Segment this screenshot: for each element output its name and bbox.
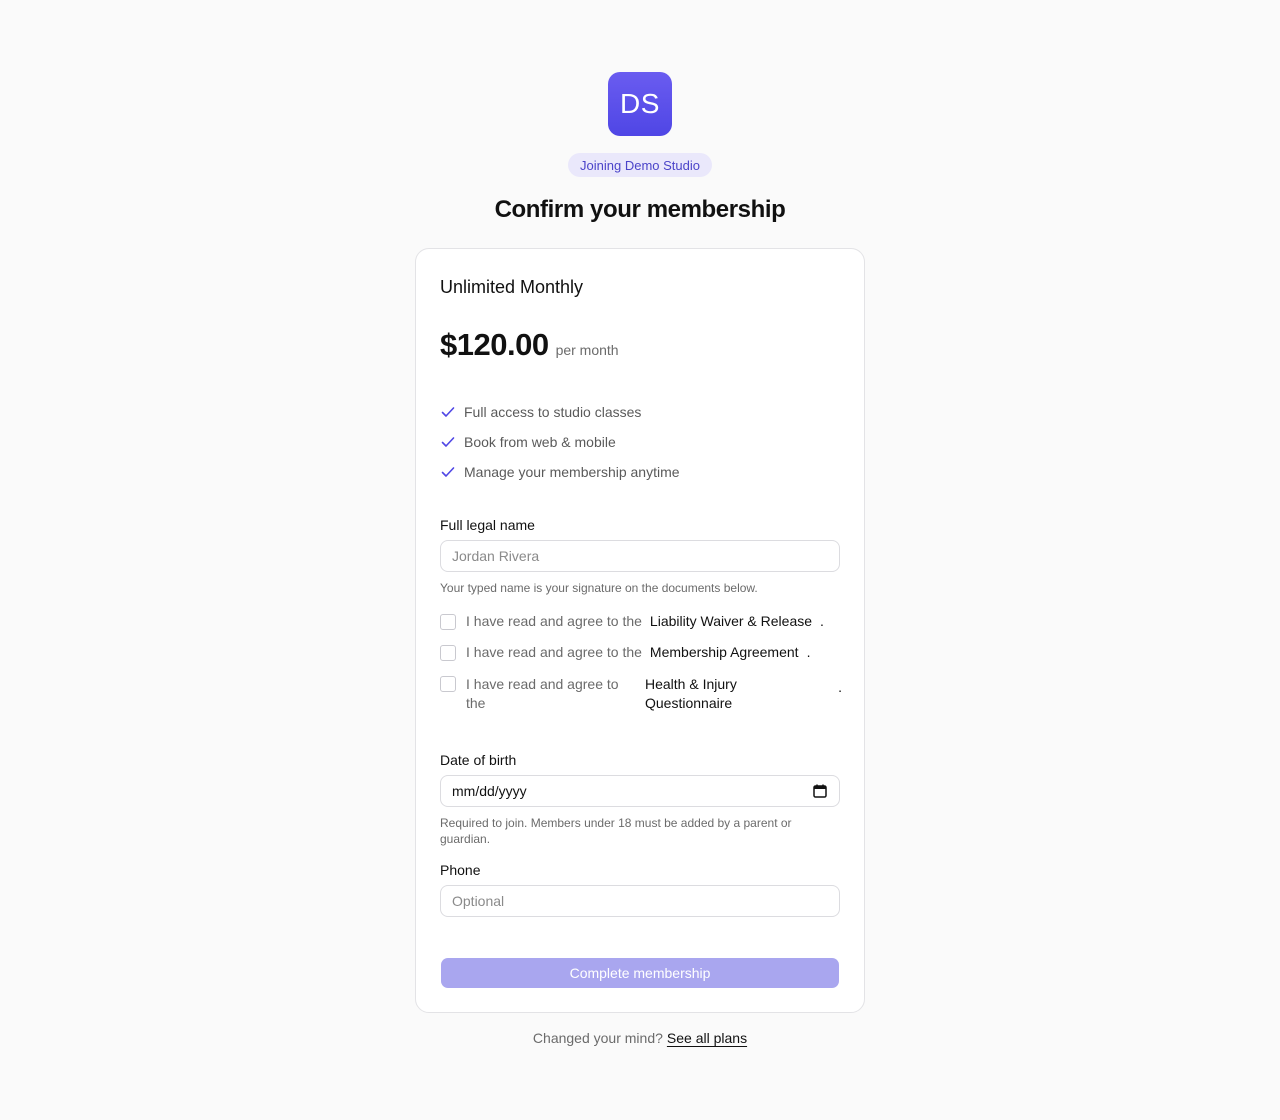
feature-text: Full access to studio classes — [464, 404, 642, 420]
agreement-prefix: I have read and agree to the — [466, 613, 642, 629]
page-title: Confirm your membership — [494, 196, 786, 223]
complete-membership-button[interactable]: Complete membership — [441, 958, 839, 988]
studio-logo: DS — [608, 72, 672, 136]
dob-placeholder: mm/dd/yyyy — [452, 783, 527, 799]
dob-label: Date of birth — [440, 752, 517, 768]
membership-agreement-checkbox[interactable] — [440, 645, 456, 661]
logo-initials: DS — [620, 88, 660, 119]
phone-label: Phone — [440, 862, 481, 878]
membership-agreement-link[interactable]: Membership Agreement — [650, 644, 799, 661]
agreement-row-membership: I have read and agree to the Membership … — [440, 644, 842, 661]
feature-text: Book from web & mobile — [464, 434, 616, 450]
check-icon — [440, 434, 456, 450]
see-all-plans-link[interactable]: See all plans — [667, 1030, 747, 1046]
agreement-suffix: . — [838, 679, 842, 695]
phone-input[interactable] — [440, 885, 840, 917]
health-questionnaire-checkbox[interactable] — [440, 676, 456, 692]
dob-input[interactable]: mm/dd/yyyy — [440, 775, 840, 807]
plan-name: Unlimited Monthly — [440, 277, 584, 297]
plan-period: per month — [555, 342, 619, 358]
price-row: $120.00 per month — [440, 327, 619, 363]
legal-name-label: Full legal name — [440, 517, 535, 533]
health-questionnaire-link[interactable]: Health & Injury Questionnaire — [645, 675, 755, 713]
feature-text: Manage your membership anytime — [464, 464, 680, 480]
agreement-suffix: . — [820, 613, 824, 629]
dob-hint: Required to join. Members under 18 must … — [440, 816, 792, 846]
check-icon — [440, 404, 456, 420]
plan-price: $120.00 — [440, 327, 549, 362]
joining-badge: Joining Demo Studio — [568, 153, 712, 177]
agreement-prefix: I have read and agree to the — [466, 644, 642, 660]
membership-card: Unlimited Monthly $120.00 per month Full… — [415, 248, 865, 1013]
feature-item: Manage your membership anytime — [440, 457, 680, 487]
check-icon — [440, 464, 456, 480]
liability-waiver-link[interactable]: Liability Waiver & Release — [650, 613, 812, 630]
footer-text: Changed your mind? — [532, 1030, 663, 1046]
liability-waiver-checkbox[interactable] — [440, 614, 456, 630]
legal-name-hint: Your typed name is your signature on the… — [440, 581, 758, 595]
feature-item: Book from web & mobile — [440, 427, 680, 457]
feature-item: Full access to studio classes — [440, 397, 680, 427]
calendar-icon[interactable] — [812, 783, 828, 799]
agreement-suffix: . — [806, 644, 811, 660]
agreement-prefix: I have read and agree to the — [466, 676, 619, 711]
footer: Changed your mind? See all plans — [0, 1030, 1280, 1046]
agreement-row-health: I have read and agree to the Health & In… — [440, 675, 842, 713]
legal-name-input[interactable] — [440, 540, 840, 572]
feature-list: Full access to studio classes Book from … — [440, 397, 680, 487]
agreement-row-liability: I have read and agree to the Liability W… — [440, 613, 842, 630]
